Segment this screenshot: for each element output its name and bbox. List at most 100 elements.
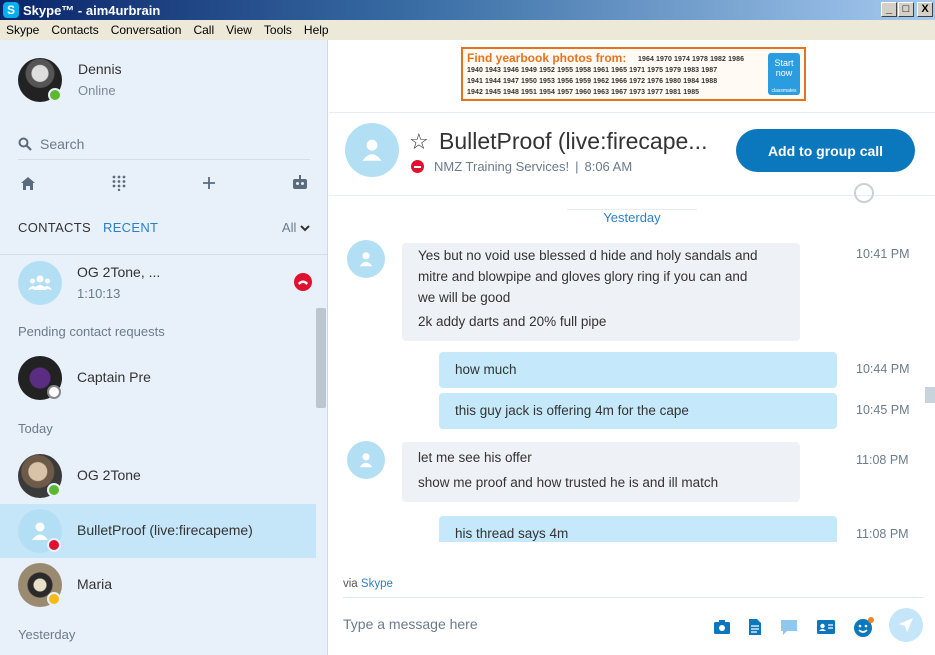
ad-years-line: 1941 1944 1947 1950 1953 1956 1959 1962 … — [467, 78, 718, 85]
via-label: via Skype — [343, 578, 393, 590]
ad-years-line: 1964 1970 1974 1978 1982 1986 — [638, 56, 745, 63]
filter-dropdown[interactable]: All — [282, 220, 310, 235]
favorite-star-icon[interactable]: ☆ — [409, 129, 429, 155]
skype-logo-icon: S — [3, 2, 19, 18]
contact-item-maria[interactable]: Maria — [0, 558, 316, 612]
menu-conversation[interactable]: Conversation — [105, 23, 188, 37]
message-bubble[interactable]: his thread says 4m — [439, 516, 837, 542]
sender-avatar-icon — [347, 441, 385, 479]
tab-recent[interactable]: RECENT — [103, 220, 158, 235]
message-text: 2k addy darts and 20% full pipe — [418, 314, 607, 329]
conversation-avatar-icon[interactable] — [345, 123, 399, 177]
contact-name: BulletProof (live:firecapeme) — [77, 522, 253, 538]
composer-toolbar — [713, 616, 875, 638]
filter-label: All — [281, 220, 297, 235]
message-text: we will be good — [418, 290, 511, 305]
message-text: how much — [455, 362, 517, 377]
mood-line: NMZ Training Services! | 8:06 AM — [434, 159, 632, 174]
message-text: his thread says 4m — [455, 526, 569, 541]
ad-brand: classmates — [771, 88, 797, 94]
day-separator: Yesterday — [567, 209, 697, 229]
mood-message: NMZ Training Services! — [434, 159, 570, 174]
call-duration: 1:10:13 — [77, 286, 121, 301]
title-bar: S Skype™ - aim4urbrain _ □ X — [0, 0, 935, 20]
search-box[interactable]: Search — [18, 128, 310, 160]
menu-contacts[interactable]: Contacts — [45, 23, 104, 37]
search-input[interactable]: Search — [40, 136, 84, 152]
emoticon-icon[interactable] — [853, 616, 875, 638]
menu-tools[interactable]: Tools — [258, 23, 298, 37]
ad-years-line: 1942 1945 1948 1951 1954 1957 1960 1963 … — [467, 89, 700, 96]
contact-item-og-2tone[interactable]: OG 2Tone — [0, 449, 316, 503]
menu-bar: Skype Contacts Conversation Call View To… — [0, 20, 935, 40]
dnd-status-icon — [411, 160, 424, 173]
message-bubble[interactable]: this guy jack is offering 4m for the cap… — [439, 393, 837, 429]
send-contact-icon[interactable] — [816, 619, 836, 635]
globe-icon[interactable] — [854, 183, 874, 203]
ad-banner[interactable]: Find yearbook photos from: 1964 1970 197… — [461, 47, 806, 101]
message-timestamp: 11:08 PM — [856, 453, 909, 467]
profile-card[interactable]: Dennis Online — [18, 58, 308, 108]
tab-contacts[interactable]: CONTACTS — [18, 220, 91, 235]
recent-call-item[interactable]: OG 2Tone, ... 1:10:13 — [0, 256, 316, 310]
add-icon[interactable] — [199, 173, 219, 193]
ad-start-button[interactable]: Start now classmates — [768, 53, 800, 95]
menu-help[interactable]: Help — [298, 23, 335, 37]
via-text: via — [343, 578, 358, 590]
add-to-group-call-button[interactable]: Add to group call — [736, 129, 915, 172]
video-message-icon[interactable] — [779, 618, 799, 636]
contact-item-bulletproof[interactable]: BulletProof (live:firecapeme) — [0, 504, 316, 558]
minimize-button[interactable]: _ — [881, 2, 897, 17]
contact-tabs: CONTACTS RECENT All — [18, 218, 310, 238]
dialpad-icon[interactable] — [109, 173, 129, 193]
home-icon[interactable] — [18, 173, 38, 193]
close-button[interactable]: X — [917, 2, 933, 17]
contact-name: Maria — [77, 576, 113, 592]
message-bubble[interactable]: let me see his offer show me proof and h… — [402, 442, 800, 502]
hangup-icon[interactable] — [294, 273, 312, 291]
send-button[interactable] — [889, 608, 923, 642]
conversation-header: ☆ BulletProof (live:firecape... NMZ Trai… — [329, 112, 935, 196]
profile-status[interactable]: Online — [78, 83, 116, 98]
message-input[interactable]: Type a message here — [343, 616, 478, 632]
divider — [0, 254, 327, 255]
conversation-title[interactable]: BulletProof (live:firecape... — [439, 128, 707, 155]
search-icon — [18, 137, 32, 151]
sidebar-scrollbar[interactable] — [316, 308, 326, 408]
message-text: this guy jack is offering 4m for the cap… — [455, 403, 689, 418]
message-text: Yes but no void use blessed d hide and h… — [418, 248, 758, 263]
section-today: Today — [18, 421, 53, 436]
section-pending: Pending contact requests — [18, 324, 165, 339]
message-bubble[interactable]: how much — [439, 352, 837, 388]
group-avatar-icon — [18, 261, 62, 305]
menu-call[interactable]: Call — [187, 23, 220, 37]
message-text: let me see his offer — [418, 450, 532, 465]
chevron-down-icon — [300, 225, 310, 232]
chat-scrollbar[interactable] — [925, 387, 935, 403]
maximize-button[interactable]: □ — [898, 2, 914, 17]
dnd-status-icon — [47, 538, 61, 552]
message-text: mitre and blowpipe and gloves glory ring… — [418, 269, 748, 284]
contact-item-captain-pre[interactable]: Captain Pre — [0, 351, 316, 405]
local-time: 8:06 AM — [584, 159, 633, 174]
message-composer: Type a message here — [343, 597, 923, 653]
ad-years-line: 1940 1943 1946 1949 1952 1955 1958 1961 … — [467, 67, 718, 74]
bot-icon[interactable] — [290, 173, 310, 193]
message-bubble[interactable]: Yes but no void use blessed d hide and h… — [402, 243, 800, 341]
send-file-icon[interactable] — [748, 618, 762, 636]
window-controls: _ □ X — [881, 2, 933, 17]
contact-name: OG 2Tone — [77, 467, 141, 483]
message-history: Yesterday Yes but no void use blessed d … — [329, 205, 935, 542]
via-skype-link[interactable]: Skype — [361, 578, 393, 590]
menu-skype[interactable]: Skype — [0, 23, 45, 37]
conversation-panel: Find yearbook photos from: 1964 1970 197… — [329, 40, 935, 655]
pending-status-icon — [47, 385, 61, 399]
separator: | — [575, 159, 579, 174]
ad-title: Find yearbook photos from: — [467, 51, 627, 65]
ad-button-label: Start now — [774, 58, 794, 78]
away-status-icon — [47, 592, 61, 606]
send-icon — [899, 618, 913, 632]
send-image-icon[interactable] — [713, 619, 731, 635]
message-timestamp: 10:44 PM — [856, 362, 910, 376]
menu-view[interactable]: View — [220, 23, 258, 37]
